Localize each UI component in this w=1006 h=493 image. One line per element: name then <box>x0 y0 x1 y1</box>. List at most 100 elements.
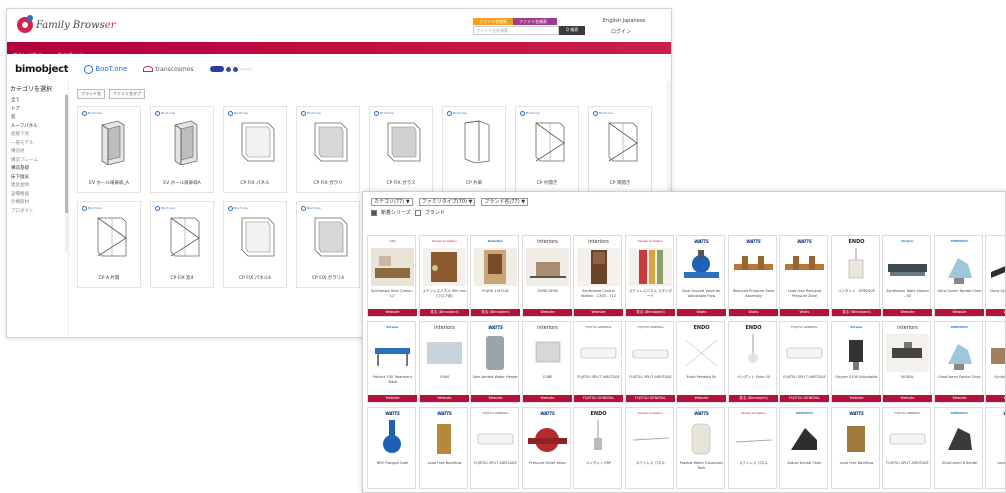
family-label[interactable]: CP A 片開 <box>77 275 141 281</box>
product-card[interactable]: FUJITSU GENERAL FUJITSU SPLIT AIRSTAGE <box>882 407 931 489</box>
product-action-button[interactable]: Website <box>574 309 623 316</box>
transcosmos-logo[interactable]: transcosmos <box>143 66 194 73</box>
product-card[interactable]: interiors ZONE DESK Website <box>522 235 572 317</box>
product-action-button[interactable]: Website <box>986 395 1005 402</box>
product-action-button[interactable]: 見る (Bimobject) <box>729 395 778 402</box>
family-label[interactable]: CP 片開き <box>515 180 579 186</box>
family-label[interactable]: CP FIX パネル <box>223 180 287 186</box>
sidebar-item[interactable]: プロダクト <box>7 207 68 216</box>
product-card[interactable]: Stryker Synthesize Table Station - 00 Webs… <box>882 235 932 317</box>
family-label[interactable]: CP 両開き <box>588 180 652 186</box>
product-card[interactable]: WATTS Non-Vented Water Heater Website <box>470 321 520 403</box>
tab-family[interactable]: ファミリ名タブ <box>109 89 145 99</box>
sidebar-item[interactable]: ドア <box>7 105 68 114</box>
product-card[interactable]: ACO Deco Spa Drain Sloped Website <box>985 235 1005 317</box>
product-action-button[interactable]: Website <box>677 395 726 402</box>
login-button[interactable]: ログイン <box>611 28 631 35</box>
sidebar-item[interactable]: 外構部材 <box>7 198 68 207</box>
product-card[interactable]: interiors Synthesize Control Station - C3… <box>573 235 623 317</box>
product-card[interactable]: Sanwa Company ステンレスパネル スタンダード 見る (Bimobjec… <box>625 235 675 317</box>
sidebar-item[interactable]: 床下換気 <box>7 173 68 182</box>
product-action-button[interactable]: Website <box>420 395 469 402</box>
product-card[interactable]: ENDO ペンダント Endo 00 見る (Bimobject) <box>728 321 778 403</box>
product-card[interactable]: Sanwa Company ステンレスパネル 900 mm (フロア用) 見る (B… <box>419 235 469 317</box>
new-series-checkbox[interactable] <box>371 209 377 216</box>
bootone-logo[interactable]: BooT.one <box>84 64 127 74</box>
product-card[interactable]: WATTS Lead Free Backflow <box>419 407 468 489</box>
product-card[interactable]: WATTS Lead Free High <box>985 407 1005 489</box>
product-card[interactable]: FUJITSU GENERAL FUJITSU SPLIT AIRSTAGE FUJ… <box>573 321 623 403</box>
product-card[interactable]: FUJITSU GENERAL FUJITSU SPLIT AIRSTAGE FUJ… <box>779 321 829 403</box>
product-action-button[interactable]: FUJITSU GENERAL <box>574 395 623 402</box>
sidebar-item[interactable]: 全て <box>7 96 68 105</box>
sidebar-item[interactable]: ルーフパネル <box>7 122 68 131</box>
family-label[interactable]: CP 片扉 <box>442 180 506 186</box>
family-type-dropdown[interactable]: ファミリタイプ(70) ▼ <box>418 198 476 206</box>
language-switch[interactable]: English Japanese <box>603 18 645 24</box>
search-button[interactable]: Q 検索 <box>559 26 585 35</box>
family-browser-logo[interactable]: Family Browser <box>17 15 115 33</box>
category-dropdown[interactable]: カテゴリ(77) ▼ <box>371 198 413 206</box>
sidebar-item[interactable]: 構造材 <box>7 147 68 156</box>
brand-dropdown[interactable]: ブランド名(77) ▼ <box>481 198 529 206</box>
product-action-button[interactable]: Website <box>883 395 932 402</box>
product-action-button[interactable]: Website <box>471 395 520 402</box>
family-label[interactable]: CP FIX ガラリ <box>296 180 360 186</box>
sidebar-item[interactable]: 屋根下地 <box>7 130 68 139</box>
product-card[interactable]: Sanwa Company ステンレス パネル <box>728 407 777 489</box>
product-card[interactable]: Stryker Patient 700 Treatment Table Websit… <box>367 321 417 403</box>
product-action-button[interactable]: Website <box>832 395 881 402</box>
family-label[interactable]: EV ホール扉扉枠_A <box>77 180 141 186</box>
product-card[interactable]: interiors CUBE Website <box>522 321 572 403</box>
product-card[interactable]: DENTSPLY Arduel Dental Chair <box>779 407 828 489</box>
product-action-button[interactable]: Watts <box>729 309 778 316</box>
product-card[interactable]: interiors OVAS Website <box>419 321 469 403</box>
sidebar-item[interactable]: 構造フレーム <box>7 156 68 165</box>
bimobject-logo[interactable]: bimobject <box>15 64 69 75</box>
tab-family-search[interactable]: ファミリ名検索 <box>513 18 557 25</box>
search-input[interactable]: ファミリ名を検索 <box>473 26 559 35</box>
family-label[interactable]: CP FIX パネル4 <box>223 275 287 281</box>
family-label[interactable]: CP FIX 窓4 <box>150 275 214 281</box>
family-label[interactable]: CP FIX ガラス <box>369 180 433 186</box>
sidebar-item[interactable]: 設備機器 <box>7 190 68 199</box>
brand4-logo[interactable]: xxxxxxx <box>209 66 252 72</box>
product-card[interactable]: Sanwa Company ステンレス パネル <box>625 407 674 489</box>
product-card[interactable]: WATTS Potable Water Expansion Tank <box>676 407 725 489</box>
sidebar-item[interactable]: 建具金物 <box>7 181 68 190</box>
product-card[interactable]: WATTS Lead Free Backflow <box>831 407 880 489</box>
product-action-button[interactable]: Watts <box>780 309 829 316</box>
product-card[interactable]: DENTSPLY Ultra Comm Dental Chair Website <box>934 235 984 317</box>
tab-brand[interactable]: ブランド名 <box>77 89 105 99</box>
product-card[interactable]: Stryker Stryker 0100 Adjustable Website <box>831 321 881 403</box>
product-action-button[interactable]: FUJITSU GENERAL <box>780 395 829 402</box>
product-card[interactable]: WATTS NRS Flanged Gate <box>367 407 416 489</box>
family-label[interactable]: CP FIX ガラリ4 <box>296 275 360 281</box>
product-action-button[interactable]: Website <box>523 309 572 316</box>
product-action-button[interactable]: Website <box>883 309 932 316</box>
product-action-button[interactable]: Website <box>935 395 984 402</box>
product-card[interactable]: WATTS Pressure Relief Valve <box>522 407 571 489</box>
sidebar-scroll-thumb[interactable] <box>65 95 68 213</box>
sidebar-item[interactable]: 窓 <box>7 113 68 122</box>
family-label[interactable]: EV ホール扉扉枠A <box>150 180 214 186</box>
product-card[interactable]: FUJITSU GENERAL FUJITSU SPLIT AIRSTAGE <box>470 407 519 489</box>
product-action-button[interactable]: 見る (Bimobject) <box>626 309 675 316</box>
product-card[interactable]: Nobeltec FUJIYA 10FCUD 見る (Bimobject) <box>470 235 520 317</box>
product-card[interactable]: DENTSPLY UltraComm Dental Chair Website <box>934 321 984 403</box>
product-action-button[interactable]: Website <box>935 309 984 316</box>
product-card[interactable]: ACO Synthesize Station Website <box>985 321 1005 403</box>
brand-checkbox[interactable] <box>414 209 421 216</box>
product-action-button[interactable]: 見る (Bimobject) <box>420 309 469 316</box>
product-action-button[interactable]: Website <box>986 309 1005 316</box>
product-action-button[interactable]: Website <box>523 395 572 402</box>
tab-brand-search[interactable]: ブランド名検索 <box>473 18 513 25</box>
product-action-button[interactable]: FUJITSU GENERAL <box>626 395 675 402</box>
product-card[interactable]: DENTSPLY UltraComm 8 dental <box>934 407 983 489</box>
product-action-button[interactable]: Website <box>368 309 417 316</box>
product-card[interactable]: WATTS Dual Ground Valve for Adjustable Fl… <box>676 235 726 317</box>
sidebar-item[interactable]: 構造基礎 <box>7 164 68 173</box>
product-action-button[interactable]: 見る (Bimobject) <box>832 309 881 316</box>
product-card[interactable]: ENDO ペンダント - ERP2000 見る (Bimobject) <box>831 235 881 317</box>
sidebar-item[interactable]: 一般モデル <box>7 139 68 148</box>
